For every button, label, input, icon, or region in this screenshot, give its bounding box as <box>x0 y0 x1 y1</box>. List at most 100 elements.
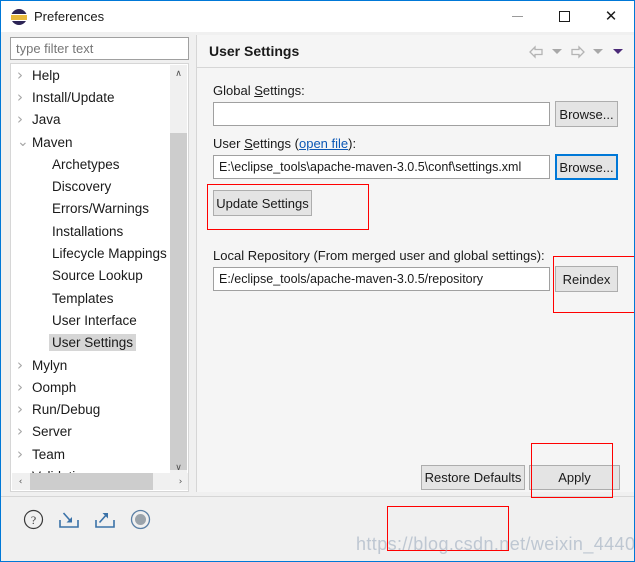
sidebar-item-label: Team <box>32 446 66 462</box>
chevron-down-filled-icon[interactable] <box>613 49 623 54</box>
minimize-button[interactable] <box>494 1 540 31</box>
close-icon: ✕ <box>604 6 618 25</box>
update-settings-button[interactable]: Update Settings <box>213 190 312 216</box>
sidebar-item-label: Oomph <box>32 379 77 395</box>
sidebar-item-errors-warnings[interactable]: Errors/Warnings <box>11 198 171 220</box>
sidebar-item-help[interactable]: › Help <box>11 64 171 86</box>
maximize-icon <box>558 10 570 22</box>
local-repository-value: E:/eclipse_tools/apache-maven-3.0.5/repo… <box>219 272 484 286</box>
sidebar-item-label: User Settings <box>49 334 137 352</box>
preferences-tree[interactable]: › Help › Install/Update › Java ⌄ Maven Archetype… <box>10 63 189 492</box>
sidebar-item-label: Java <box>32 112 61 128</box>
close-button[interactable]: ✕ <box>588 1 634 31</box>
chevron-right-icon[interactable]: › <box>17 112 32 127</box>
sidebar-item-maven[interactable]: ⌄ Maven <box>11 131 171 153</box>
tree-vertical-scrollbar[interactable]: ∧ ∨ <box>170 65 187 476</box>
chevron-right-icon[interactable]: › <box>17 446 32 462</box>
global-settings-input[interactable] <box>213 102 550 126</box>
user-settings-browse-label: Browse... <box>559 159 614 175</box>
sidebar-item-java[interactable]: › Java <box>11 109 171 131</box>
user-settings-label-pre: User <box>213 136 245 151</box>
sidebar-item-label: Installations <box>52 223 124 239</box>
arrow-left-icon[interactable] <box>528 44 545 59</box>
local-repository-label: Local Repository (From merged user and g… <box>213 248 545 263</box>
scroll-up-glyph: ∧ <box>175 68 182 79</box>
user-settings-label: User Settings (open file): <box>213 136 356 151</box>
global-settings-label-post: ettings: <box>262 83 305 98</box>
scroll-down-glyph: ∨ <box>175 462 182 473</box>
scroll-right-glyph: › <box>178 476 183 487</box>
chevron-right-icon[interactable]: › <box>17 67 32 83</box>
tree-horizontal-scroll-thumb[interactable] <box>30 473 153 490</box>
sidebar-item-team[interactable]: › Team <box>11 443 171 465</box>
global-settings-label: Global Settings: <box>213 83 305 98</box>
sidebar-item-templates[interactable]: Templates <box>11 287 171 309</box>
apply-label: Apply <box>558 470 591 485</box>
tree-horizontal-scrollbar[interactable]: ‹ › <box>12 473 188 490</box>
sidebar-item-user-settings[interactable]: User Settings <box>11 332 171 354</box>
user-settings-mnemonic: S <box>244 136 253 151</box>
user-settings-input[interactable]: E:\eclipse_tools\apache-maven-3.0.5\conf… <box>213 155 550 179</box>
chevron-right-icon[interactable]: › <box>17 424 32 439</box>
sidebar-item-label: Source Lookup <box>52 268 143 284</box>
global-settings-mnemonic: S <box>254 83 263 98</box>
sidebar-item-label: Install/Update <box>32 89 115 105</box>
sidebar-item-mylyn[interactable]: › Mylyn <box>11 354 171 376</box>
sidebar-item-archetypes[interactable]: Archetypes <box>11 153 171 175</box>
sidebar-item-source-lookup[interactable]: Source Lookup <box>11 265 171 287</box>
sidebar-item-installations[interactable]: Installations <box>11 220 171 242</box>
restore-defaults-label: Restore Defaults <box>424 470 522 485</box>
footer-icon-group: ? <box>23 509 151 535</box>
sidebar-item-server[interactable]: › Server <box>11 421 171 443</box>
local-repository-input[interactable]: E:/eclipse_tools/apache-maven-3.0.5/repo… <box>213 267 550 291</box>
tree-item-list: › Help › Install/Update › Java ⌄ Maven Archetype… <box>11 64 171 492</box>
title-bar: Preferences ✕ <box>1 1 634 32</box>
sidebar-item-label: Maven <box>32 134 73 150</box>
help-question-icon[interactable]: ? <box>23 509 44 535</box>
chevron-right-icon[interactable]: › <box>17 89 32 105</box>
sidebar-item-label: Templates <box>52 290 114 306</box>
apply-button[interactable]: Apply <box>529 465 620 490</box>
window-title: Preferences <box>34 9 105 24</box>
scroll-left-icon[interactable]: ‹ <box>12 473 29 490</box>
scroll-left-glyph: ‹ <box>18 476 23 487</box>
sidebar-item-oomph[interactable]: › Oomph <box>11 376 171 398</box>
reindex-button[interactable]: Reindex <box>555 266 618 292</box>
scroll-up-icon[interactable]: ∧ <box>170 65 187 82</box>
import-arrow-icon[interactable] <box>58 509 80 535</box>
restore-defaults-button[interactable]: Restore Defaults <box>421 465 525 490</box>
sidebar-item-label: Archetypes <box>52 156 120 172</box>
filter-input[interactable]: type filter text <box>10 37 189 60</box>
record-circle-icon[interactable] <box>130 509 151 535</box>
sidebar-item-label: User Interface <box>52 312 137 328</box>
open-file-link[interactable]: open file <box>299 136 348 151</box>
chevron-down-icon[interactable]: ⌄ <box>17 135 32 149</box>
sidebar-item-user-interface[interactable]: User Interface <box>11 309 171 331</box>
scroll-right-icon[interactable]: › <box>172 473 188 490</box>
back-history-chevron-down-icon[interactable] <box>552 49 562 54</box>
maximize-button[interactable] <box>541 1 587 31</box>
sidebar-item-lifecycle-mappings[interactable]: Lifecycle Mappings <box>11 242 171 264</box>
forward-history-chevron-down-icon[interactable] <box>593 49 603 54</box>
sidebar-item-label: Run/Debug <box>32 402 101 418</box>
chevron-right-icon[interactable]: › <box>17 379 32 395</box>
user-settings-label-mid: ettings ( <box>252 136 299 151</box>
settings-page: User Settings Global Settings: Browse... <box>196 35 634 492</box>
chevron-right-icon[interactable]: › <box>17 491 23 492</box>
global-settings-label-pre: Global <box>213 83 255 98</box>
sidebar-item-run-debug[interactable]: › Run/Debug <box>11 398 171 420</box>
page-header: User Settings <box>197 35 634 68</box>
global-settings-browse-button[interactable]: Browse... <box>555 101 618 127</box>
sidebar-item-label: Errors/Warnings <box>52 201 150 217</box>
sidebar-item-discovery[interactable]: Discovery <box>11 175 171 197</box>
chevron-right-icon[interactable]: › <box>17 357 32 373</box>
sidebar-item-install-update[interactable]: › Install/Update <box>11 86 171 108</box>
reindex-label: Reindex <box>562 271 611 287</box>
user-settings-browse-button[interactable]: Browse... <box>555 154 618 180</box>
tree-vertical-scroll-thumb[interactable] <box>170 133 187 470</box>
sidebar-item-label: Mylyn <box>32 357 68 373</box>
page-title: User Settings <box>209 43 300 59</box>
export-arrow-icon[interactable] <box>94 509 116 535</box>
arrow-right-icon[interactable] <box>569 44 586 59</box>
chevron-right-icon[interactable]: › <box>17 402 32 417</box>
